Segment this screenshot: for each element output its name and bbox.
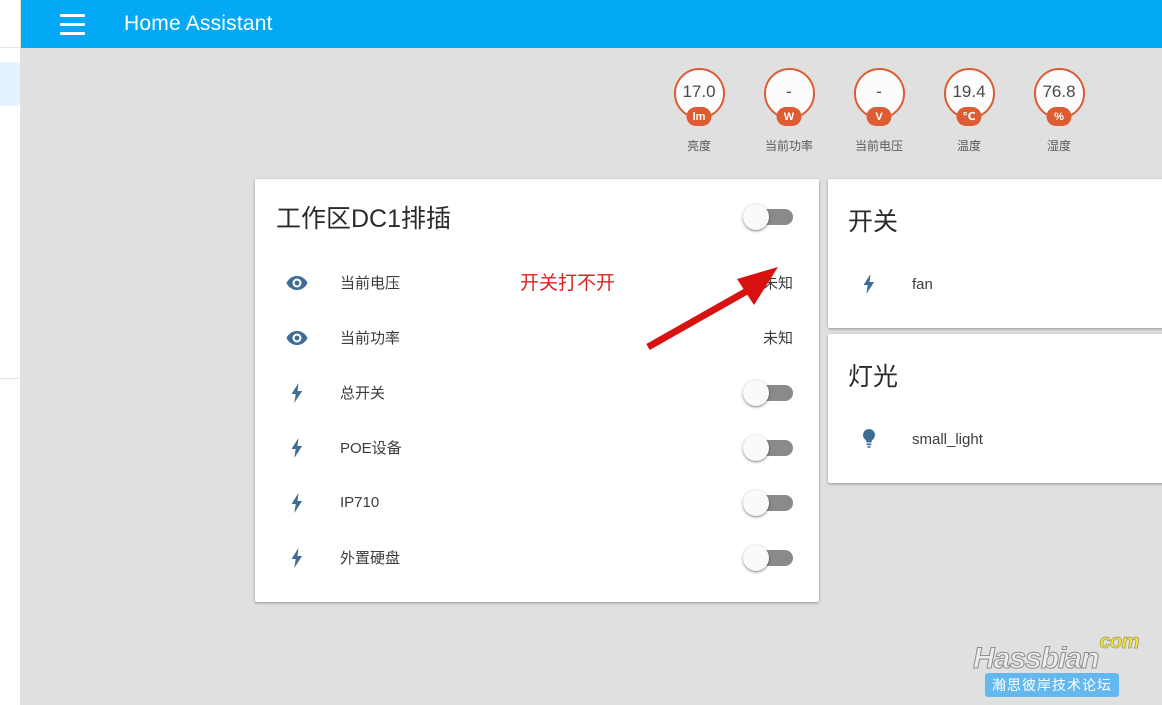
lightning-icon: [276, 436, 318, 460]
badge-temperature[interactable]: 19.4 ℃ 温度: [936, 68, 1002, 154]
card-title: 灯光: [848, 363, 899, 391]
card-title: 工作区DC1排插: [276, 205, 452, 233]
badge-circle: 19.4 ℃: [943, 68, 995, 126]
badge-unit: lm: [686, 107, 712, 126]
entity-rows: 当前电压 未知 当前功率 未知 总开关 POE设备 IP710 外置硬盘: [255, 255, 819, 585]
entity-row[interactable]: fan: [848, 261, 1160, 307]
badge-label: 当前功率: [764, 139, 813, 153]
entity-name: 总开关: [340, 385, 386, 402]
entity-name: IP710: [340, 494, 380, 511]
header-toggle[interactable]: [743, 204, 793, 230]
badge-value: 19.4: [952, 81, 986, 101]
lightning-icon: [276, 491, 318, 515]
entity-toggle[interactable]: [743, 544, 793, 571]
entities-card-light: 灯光 small_light: [828, 334, 1162, 483]
toggle-knob: [743, 204, 769, 230]
badge-circle: - V: [853, 68, 905, 126]
badge-value: 17.0: [682, 81, 716, 101]
entity-toggle[interactable]: [743, 379, 793, 406]
home-assistant-app: Home Assistant 17.0 lm 亮度 - W 当前功率 - V 当…: [0, 0, 1162, 705]
entity-toggle[interactable]: [743, 489, 793, 516]
badge-label: 当前电压: [854, 139, 903, 153]
entity-row[interactable]: 外置硬盘: [276, 530, 793, 585]
card-header: 工作区DC1排插: [255, 179, 819, 255]
entity-row[interactable]: 当前功率 未知: [276, 310, 793, 365]
card-title: 开关: [848, 208, 899, 236]
badge-label: 湿度: [1046, 139, 1071, 153]
card-header: 开关: [848, 179, 1160, 261]
entity-row[interactable]: 总开关: [276, 365, 793, 420]
annotation-text: 开关打不开: [520, 273, 616, 294]
app-bar: Home Assistant: [21, 0, 1162, 48]
badge-unit: W: [776, 107, 802, 126]
watermark-tld: com: [1099, 631, 1140, 654]
badge-circle: 17.0 lm: [673, 68, 725, 126]
sidebar-item-active[interactable]: [0, 62, 20, 106]
lightbulb-icon: [848, 427, 890, 451]
entity-name: 当前功率: [340, 330, 401, 347]
sidebar-divider-top: [0, 47, 21, 48]
eye-icon: [276, 271, 318, 295]
lightning-icon: [848, 272, 890, 296]
sidebar: [0, 0, 21, 705]
badge-value: 76.8: [1042, 81, 1076, 101]
entity-name: 外置硬盘: [340, 550, 401, 567]
badge-circle: 76.8 %: [1033, 68, 1085, 126]
entity-name: POE设备: [340, 440, 402, 457]
menu-line: [59, 22, 85, 26]
menu-line: [59, 31, 85, 35]
lightning-icon: [276, 546, 318, 570]
toggle-knob: [743, 434, 769, 461]
entity-state: 未知: [762, 330, 793, 347]
entity-row[interactable]: IP710: [276, 475, 793, 530]
entity-name: fan: [912, 275, 933, 293]
badge-brightness[interactable]: 17.0 lm 亮度: [666, 68, 732, 154]
toggle-knob: [743, 489, 769, 516]
card-header: 灯光: [848, 334, 1160, 416]
toggle-knob: [743, 379, 769, 406]
sidebar-divider-bottom: [0, 378, 21, 379]
badge-value: -: [876, 81, 882, 101]
main-content: 17.0 lm 亮度 - W 当前功率 - V 当前电压 19.4 ℃ 温度 7…: [21, 48, 1162, 705]
entity-row[interactable]: small_light: [848, 416, 1160, 462]
watermark-subtitle: 瀚思彼岸技术论坛: [985, 673, 1119, 697]
app-title: Home Assistant: [124, 12, 273, 35]
eye-icon: [276, 326, 318, 350]
entity-row[interactable]: POE设备: [276, 420, 793, 475]
lightning-icon: [276, 381, 318, 405]
badge-row: 17.0 lm 亮度 - W 当前功率 - V 当前电压 19.4 ℃ 温度 7…: [666, 68, 1092, 154]
badge-unit: V: [866, 107, 892, 126]
badge-current-power[interactable]: - W 当前功率: [756, 68, 822, 154]
badge-unit: %: [1046, 107, 1072, 126]
entity-state: 未知: [762, 275, 793, 292]
menu-line: [59, 13, 85, 17]
badge-value: -: [786, 81, 792, 101]
badge-label: 亮度: [686, 139, 711, 153]
hamburger-menu-icon[interactable]: [48, 0, 96, 48]
badge-current-voltage[interactable]: - V 当前电压: [846, 68, 912, 154]
watermark-logo: Hassbian: [972, 642, 1099, 676]
entities-card-dc1: 工作区DC1排插 当前电压 未知 当前功率 未知 总开关 POE设备 IP710…: [255, 179, 819, 602]
entity-toggle[interactable]: [743, 434, 793, 461]
toggle-knob: [743, 544, 769, 571]
badge-circle: - W: [763, 68, 815, 126]
badge-unit: ℃: [956, 107, 982, 126]
watermark: com Hassbian 瀚思彼岸技术论坛: [972, 631, 1143, 699]
badge-label: 温度: [956, 139, 981, 153]
badge-humidity[interactable]: 76.8 % 湿度: [1026, 68, 1092, 154]
entity-name: small_light: [912, 430, 983, 448]
entities-card-switch: 开关 fan: [828, 179, 1162, 328]
